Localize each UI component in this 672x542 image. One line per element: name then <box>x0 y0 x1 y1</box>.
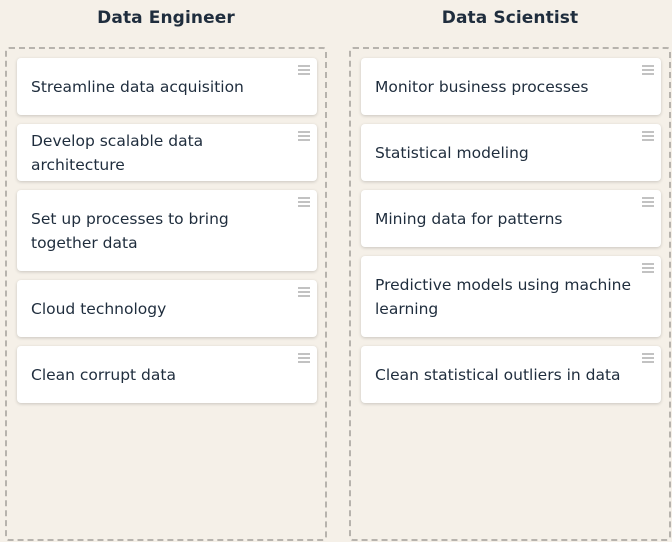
drag-handle-icon[interactable] <box>298 65 310 75</box>
card-text: Mining data for patterns <box>375 209 563 228</box>
drag-handle-icon[interactable] <box>298 197 310 207</box>
drag-handle-icon[interactable] <box>642 353 654 363</box>
dropzone-data-engineer[interactable]: Streamline data acquisition Develop scal… <box>5 47 327 541</box>
card-text: Develop scalable data architecture <box>31 131 204 174</box>
draggable-card[interactable]: Mining data for patterns <box>361 190 661 247</box>
draggable-card[interactable]: Clean statistical outliers in data <box>361 346 661 403</box>
card-text: Monitor business processes <box>375 77 589 96</box>
drag-handle-icon[interactable] <box>642 197 654 207</box>
card-text: Clean corrupt data <box>31 365 176 384</box>
drag-handle-icon[interactable] <box>298 353 310 363</box>
draggable-card[interactable]: Statistical modeling <box>361 124 661 181</box>
draggable-card[interactable]: Predictive models using machine learning <box>361 256 661 337</box>
drag-handle-icon[interactable] <box>642 131 654 141</box>
column-title: Data Engineer <box>97 8 235 28</box>
drag-handle-icon[interactable] <box>298 287 310 297</box>
card-text: Predictive models using machine learning <box>375 275 631 318</box>
card-text: Statistical modeling <box>375 143 529 162</box>
card-text: Cloud technology <box>31 299 167 318</box>
column-title: Data Scientist <box>441 8 579 28</box>
drag-handle-icon[interactable] <box>298 131 310 141</box>
drag-handle-icon[interactable] <box>642 263 654 273</box>
drag-handle-icon[interactable] <box>642 65 654 75</box>
card-text: Set up processes to bring together data <box>31 209 229 252</box>
card-text: Clean statistical outliers in data <box>375 365 621 384</box>
card-text: Streamline data acquisition <box>31 77 244 96</box>
draggable-card[interactable]: Clean corrupt data <box>17 346 317 403</box>
draggable-card[interactable]: Set up processes to bring together data <box>17 190 317 271</box>
draggable-card[interactable]: Cloud technology <box>17 280 317 337</box>
dropzone-data-scientist[interactable]: Monitor business processes Statistical m… <box>349 47 671 541</box>
draggable-card[interactable]: Develop scalable data architecture <box>17 124 317 181</box>
draggable-card[interactable]: Monitor business processes <box>361 58 661 115</box>
draggable-card[interactable]: Streamline data acquisition <box>17 58 317 115</box>
